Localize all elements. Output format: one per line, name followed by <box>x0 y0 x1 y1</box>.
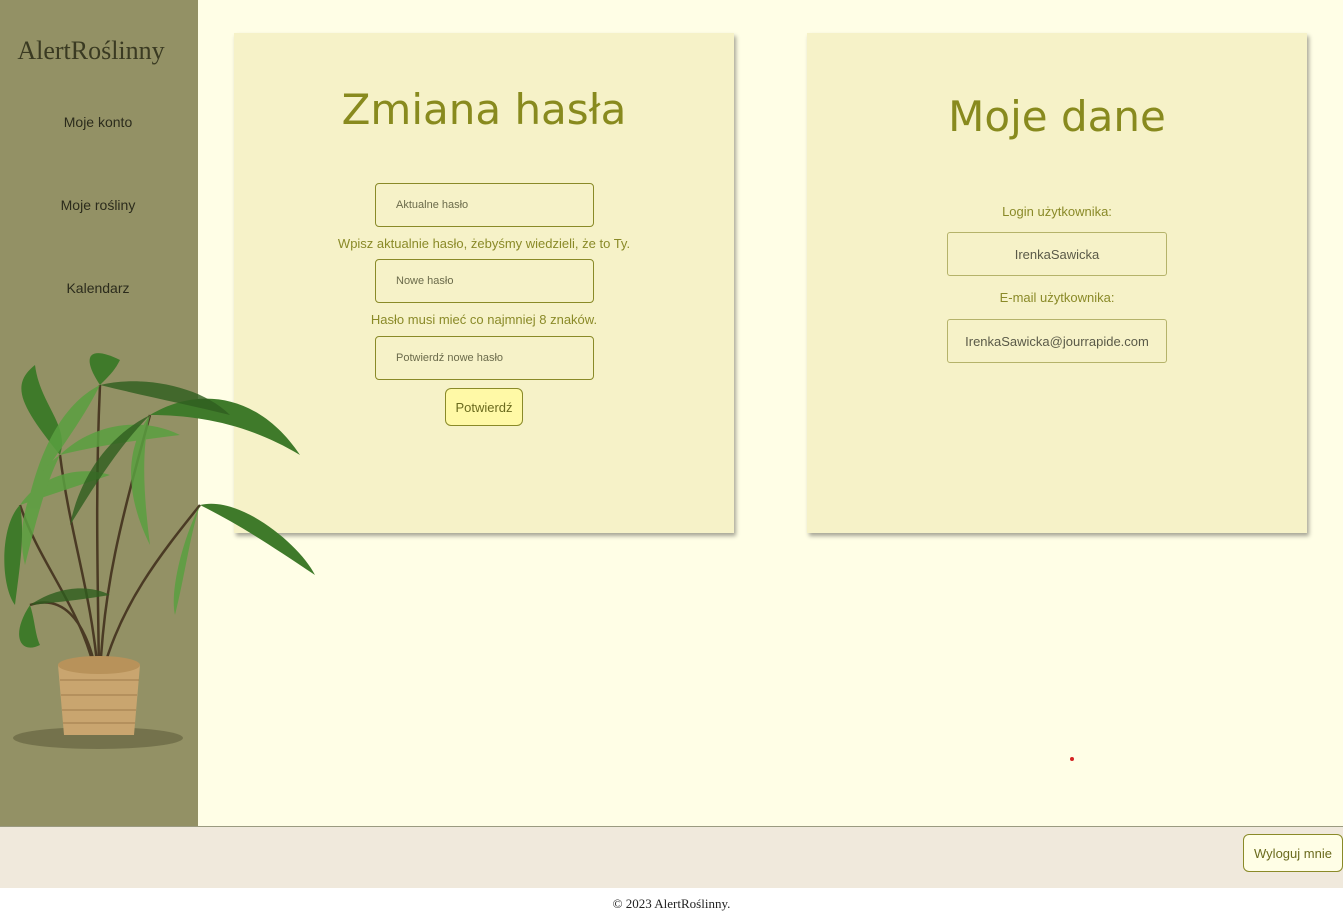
user-data-card-title: Moje dane <box>948 92 1166 141</box>
confirm-password-placeholder: Potwierdź nowe hasło <box>396 352 504 364</box>
potted-palm-image <box>4 353 315 749</box>
main-content: Zmiana hasła Aktualne hasło Wpisz aktual… <box>198 0 1343 826</box>
new-password-hint: Hasło musi mieć co najmniej 8 znaków. <box>370 312 598 327</box>
email-label: E-mail użytkownika: <box>999 290 1115 305</box>
footer-bar: Wyloguj mnie <box>0 826 1343 888</box>
password-card-title: Zmiana hasła <box>341 85 627 134</box>
sidebar-item-my-plants[interactable]: Moje rośliny <box>0 197 196 213</box>
new-password-placeholder: Nowe hasło <box>396 275 454 287</box>
sidebar-item-calendar[interactable]: Kalendarz <box>0 280 196 296</box>
confirm-button[interactable]: Potwierdź <box>445 388 523 426</box>
sidebar-item-my-account[interactable]: Moje konto <box>0 114 196 130</box>
app-logo[interactable]: AlertRoślinny <box>0 36 182 66</box>
login-value: IrenkaSawicka <box>947 232 1167 276</box>
user-data-card: Moje dane Login użytkownika: IrenkaSawic… <box>807 33 1307 533</box>
confirm-password-input[interactable]: Potwierdź nowe hasło <box>375 336 594 380</box>
email-value: IrenkaSawicka@jourrapide.com <box>947 319 1167 363</box>
new-password-input[interactable]: Nowe hasło <box>375 259 594 303</box>
red-dot-marker <box>1070 757 1074 761</box>
copyright-text: © 2023 AlertRoślinny. <box>612 896 731 911</box>
current-password-placeholder: Aktualne hasło <box>396 199 469 211</box>
login-label: Login użytkownika: <box>1002 204 1112 219</box>
current-password-input[interactable]: Aktualne hasło <box>375 183 594 227</box>
logout-button[interactable]: Wyloguj mnie <box>1243 834 1343 872</box>
current-password-hint: Wpisz aktualnie hasło, żebyśmy wiedzieli… <box>337 236 631 251</box>
